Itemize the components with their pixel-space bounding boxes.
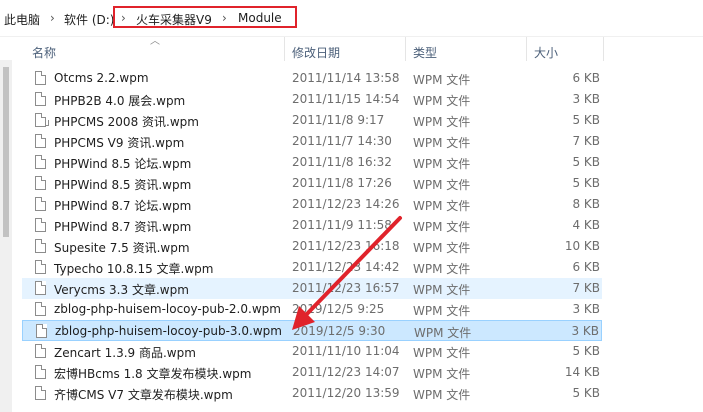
- annotation-arrow: [292, 216, 402, 330]
